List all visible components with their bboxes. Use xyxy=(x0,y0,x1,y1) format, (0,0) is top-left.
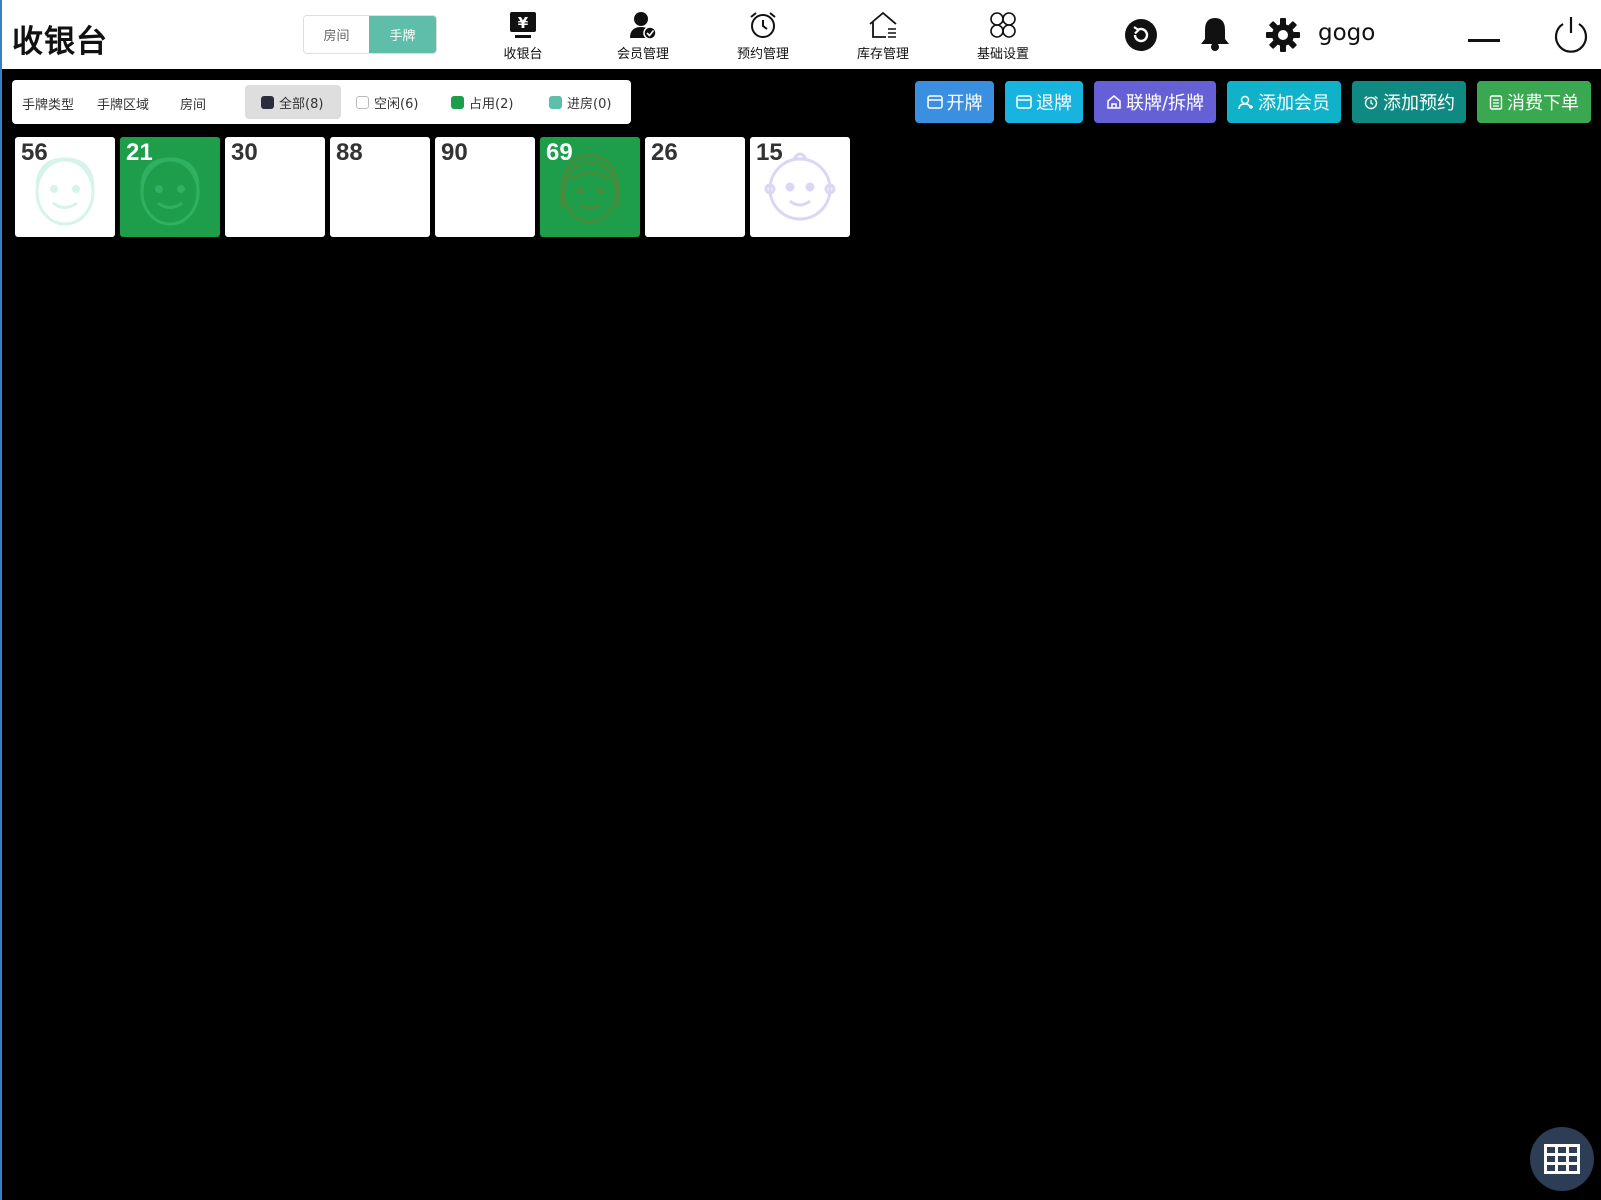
link-split-label: 联牌/拆牌 xyxy=(1125,93,1205,114)
nav-cashier[interactable]: ¥ 收银台 xyxy=(478,10,568,62)
view-toggle: 房间 手牌 xyxy=(303,15,437,54)
tag-number: 88 xyxy=(336,139,363,166)
refresh-icon[interactable] xyxy=(1124,18,1158,56)
member-icon xyxy=(628,10,658,40)
filter-room[interactable]: 房间 xyxy=(180,94,206,113)
tag-card[interactable]: 69 xyxy=(540,137,640,237)
filter-occupied-label: 占用(2) xyxy=(469,96,514,112)
nav-inventory[interactable]: 库存管理 xyxy=(838,10,928,62)
filter-idle-label: 空闲(6) xyxy=(374,96,419,112)
tag-card[interactable]: 56 xyxy=(15,137,115,237)
nav-label: 会员管理 xyxy=(616,47,669,62)
settings-grid-icon xyxy=(988,10,1018,40)
tag-card[interactable]: 88 xyxy=(330,137,430,237)
add-reservation-button[interactable]: 添加预约 xyxy=(1352,81,1466,123)
filter-occupied[interactable]: 占用(2) xyxy=(451,85,513,119)
home-icon xyxy=(1107,95,1121,109)
status-swatch-idle xyxy=(356,95,369,109)
alarm-clock-icon xyxy=(748,10,778,40)
warehouse-icon xyxy=(868,10,898,40)
filter-tag-type[interactable]: 手牌类型 xyxy=(22,94,74,113)
add-user-icon xyxy=(1238,95,1253,109)
tag-card[interactable]: 30 xyxy=(225,137,325,237)
tag-card[interactable]: 15 xyxy=(750,137,850,237)
filter-bar: 手牌类型 手牌区域 房间 全部(8) 空闲(6) 占用(2) 进房(0) xyxy=(12,80,631,124)
place-order-button[interactable]: 消费下单 xyxy=(1477,81,1591,123)
nav-label: 库存管理 xyxy=(856,47,909,62)
window-edge xyxy=(0,0,2,1200)
alarm-clock-icon xyxy=(1364,95,1378,109)
open-tag-label: 开牌 xyxy=(946,93,983,114)
card-icon xyxy=(926,95,943,109)
add-member-label: 添加会员 xyxy=(1258,93,1330,114)
tag-card[interactable]: 21 xyxy=(120,137,220,237)
tag-number: 26 xyxy=(651,139,678,166)
bell-icon[interactable] xyxy=(1198,15,1232,57)
filter-all-label: 全部(8) xyxy=(279,96,324,112)
tag-card[interactable]: 26 xyxy=(645,137,745,237)
tag-card[interactable]: 90 xyxy=(435,137,535,237)
app-title: 收银台 xyxy=(12,24,108,60)
username[interactable]: gogo xyxy=(1318,20,1375,46)
table-grid-icon xyxy=(1544,1144,1580,1174)
return-tag-button[interactable]: 退牌 xyxy=(1005,81,1083,123)
filter-idle[interactable]: 空闲(6) xyxy=(356,85,418,119)
gear-icon[interactable] xyxy=(1265,17,1301,57)
svg-text:¥: ¥ xyxy=(518,14,529,32)
tag-number: 69 xyxy=(546,139,573,166)
tag-number: 21 xyxy=(126,139,153,166)
power-icon[interactable] xyxy=(1552,15,1590,59)
nav-label: 预约管理 xyxy=(736,47,789,62)
tag-number: 30 xyxy=(231,139,258,166)
filter-checked-in-label: 进房(0) xyxy=(567,96,612,112)
nav-reservation[interactable]: 预约管理 xyxy=(718,10,808,62)
document-icon xyxy=(1489,94,1503,110)
filter-tag-area[interactable]: 手牌区域 xyxy=(97,94,149,113)
card-icon xyxy=(1016,95,1032,109)
nav-label: 收银台 xyxy=(503,47,543,62)
status-swatch-checked-in xyxy=(549,95,562,109)
add-member-button[interactable]: 添加会员 xyxy=(1227,81,1341,123)
return-tag-label: 退牌 xyxy=(1036,93,1072,114)
nav-settings[interactable]: 基础设置 xyxy=(958,10,1048,62)
tag-number: 56 xyxy=(21,139,48,166)
status-swatch-occupied xyxy=(451,95,464,109)
link-split-button[interactable]: 联牌/拆牌 xyxy=(1094,81,1216,123)
tag-number: 90 xyxy=(441,139,468,166)
tag-number: 15 xyxy=(756,139,783,166)
open-tag-button[interactable]: 开牌 xyxy=(915,81,994,123)
filter-all[interactable]: 全部(8) xyxy=(245,85,341,119)
nav-member[interactable]: 会员管理 xyxy=(598,10,688,62)
minimize-icon[interactable] xyxy=(1468,30,1502,49)
status-swatch-all xyxy=(261,95,274,109)
grid-view-button[interactable] xyxy=(1530,1127,1594,1191)
toggle-tag[interactable]: 手牌 xyxy=(369,16,436,53)
nav-label: 基础设置 xyxy=(976,47,1029,62)
place-order-label: 消费下单 xyxy=(1507,93,1579,114)
toggle-room[interactable]: 房间 xyxy=(304,16,370,53)
add-reservation-label: 添加预约 xyxy=(1383,93,1455,114)
filter-checked-in[interactable]: 进房(0) xyxy=(549,85,611,119)
cashier-icon: ¥ xyxy=(508,10,538,40)
top-header: 收银台 房间 手牌 ¥ 收银台 会员管理 预约管理 库存管理 基础设置 gogo xyxy=(2,0,1601,69)
